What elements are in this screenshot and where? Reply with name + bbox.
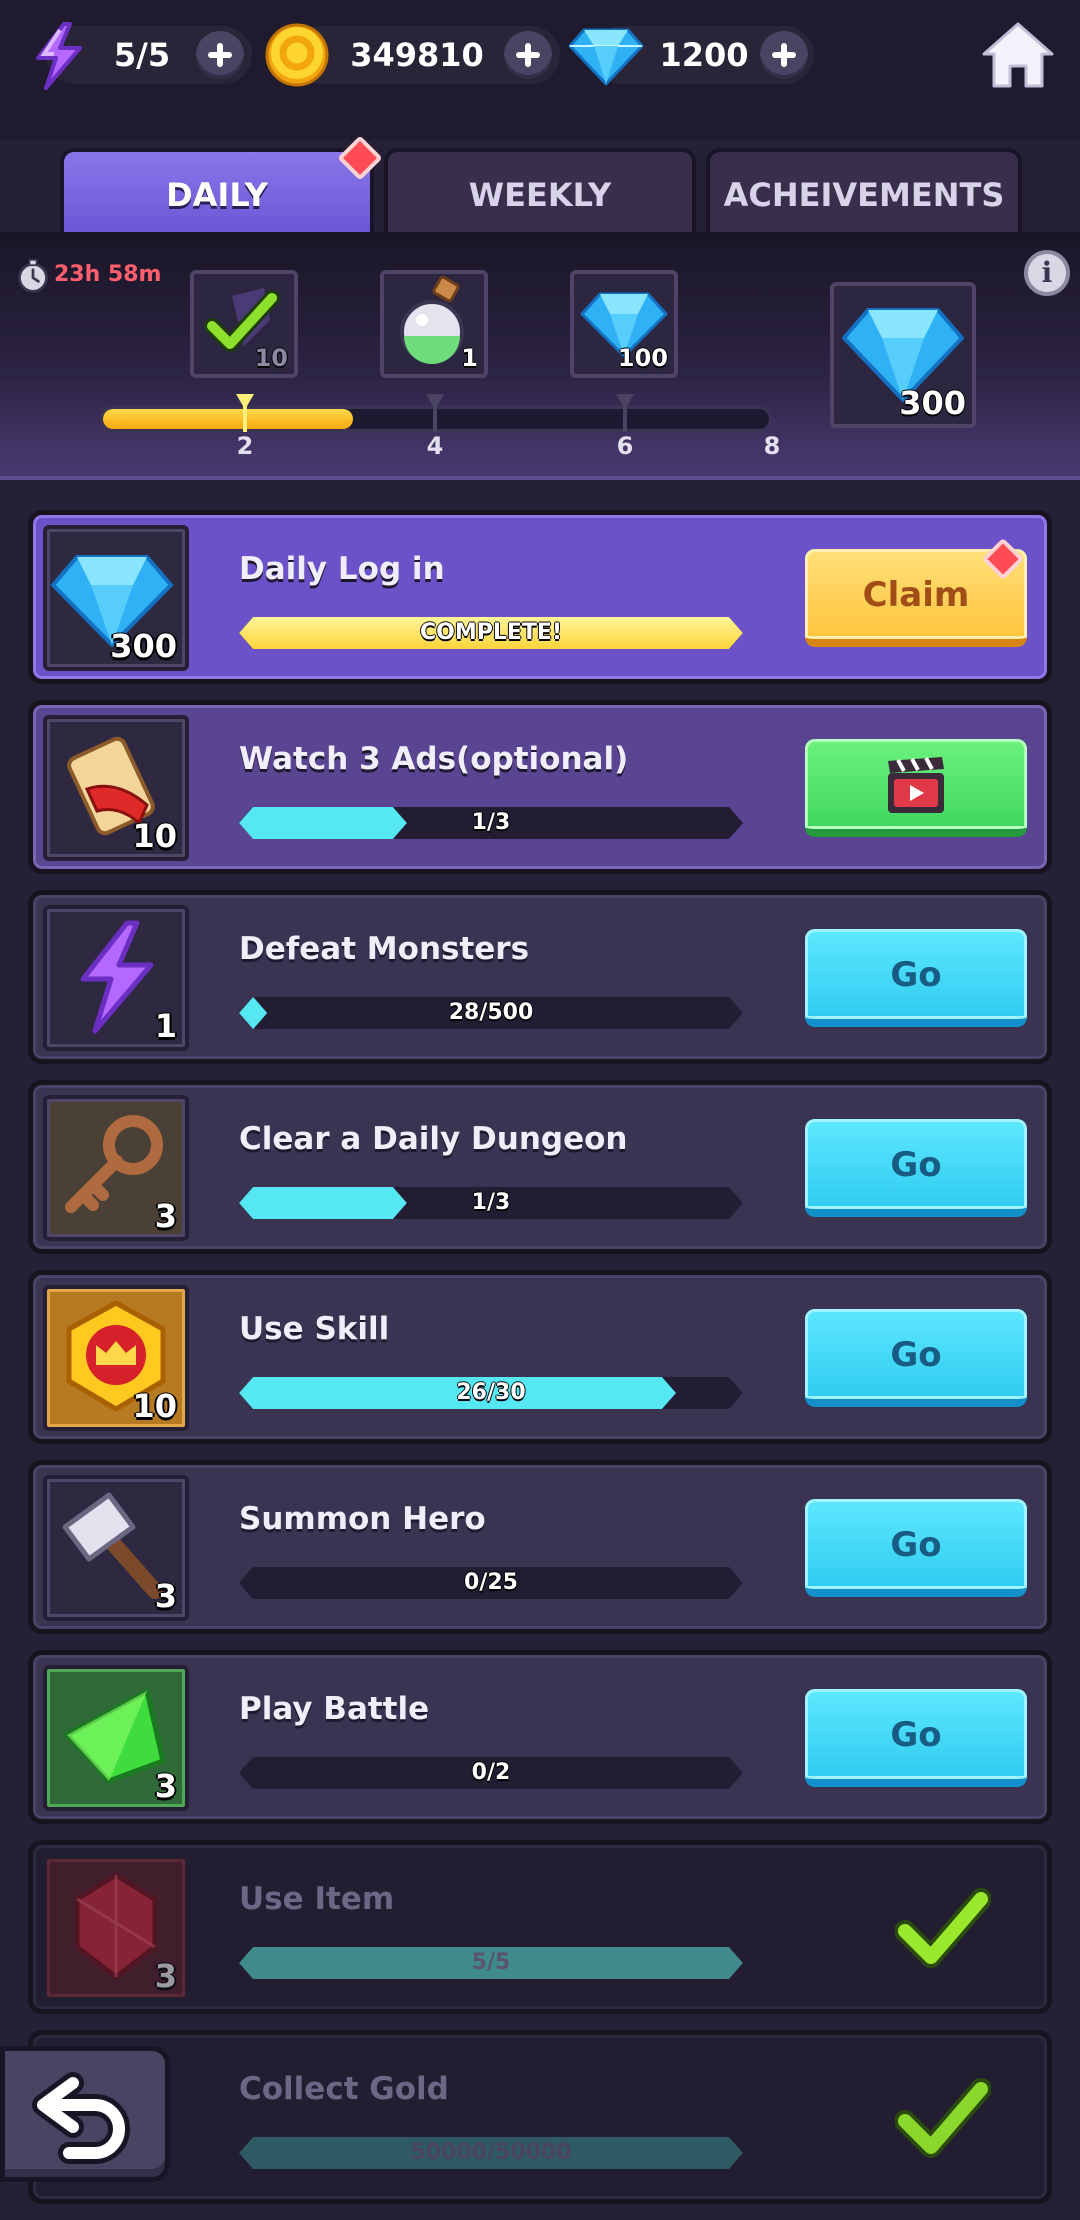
milestone-reward-count: 10 [254,344,288,372]
quest-title: Defeat Monsters [239,931,530,967]
quest-title: Play Battle [239,1691,430,1727]
quest-progress-bar: 28/500 [239,997,743,1029]
stopwatch-icon [18,258,48,293]
add-gold-button[interactable] [504,31,552,79]
lightning-icon [36,22,82,90]
resource-bar: 5/5 349810 1200 [0,0,1080,140]
quest-title: Use Skill [239,1311,390,1347]
quest-row: 1 Defeat Monsters 28/500 Go [28,890,1052,1064]
add-gems-button[interactable] [760,31,808,79]
quest-progress-text: COMPLETE! [420,620,562,645]
quest-progress-text: 5/5 [471,1950,511,1975]
home-icon[interactable] [980,20,1056,90]
milestone-reward-8[interactable]: 300 [830,282,976,428]
milestone-label: 6 [616,432,634,460]
quest-row: 3 Use Item 5/5 [28,1840,1052,2014]
reward-count: 10 [132,1387,177,1425]
milestone-reward-6[interactable]: 100 [570,270,678,378]
quest-progress-bar: 0/25 [239,1567,743,1599]
milestone-reward-4[interactable]: 1 [380,270,488,378]
milestone-label: 2 [236,432,254,460]
quest-row: 10 Use Skill 26/30 Go [28,1270,1052,1444]
quest-title: Summon Hero [239,1501,486,1537]
quest-row: 3 Clear a Daily Dungeon 1/3 Go [28,1080,1052,1254]
gold-value: 349810 [350,36,484,74]
quest-title: Collect Gold [239,2071,449,2107]
quest-progress-bar: 0/2 [239,1757,743,1789]
reward-count: 3 [154,1767,177,1805]
reset-timer: 23h 58m [54,262,162,287]
quest-progress-text: 50000/50000 [410,2140,572,2165]
back-button[interactable] [0,2046,170,2182]
quest-progress-bar: COMPLETE! [239,617,743,649]
milestone-label: 4 [426,432,444,460]
milestone-marker [616,394,634,432]
quest-progress-bar: 50000/50000 [239,2137,743,2169]
gold-coin-icon [265,23,329,87]
gems-value: 1200 [659,36,749,74]
quest-reward: 10 [43,1285,189,1431]
milestone-reward-count: 300 [899,384,966,422]
quest-row: 300 Daily Log in COMPLETE! Claim [28,510,1052,684]
gem-icon [568,28,644,86]
quest-progress-bar: 5/5 [239,1947,743,1979]
quest-row: 3 Summon Hero 0/25 Go [28,1460,1052,1634]
go-button[interactable]: Go [805,1689,1027,1787]
quest-reward: 300 [43,525,189,671]
quest-row: Collect Gold 50000/50000 [28,2030,1052,2204]
reward-count: 10 [132,817,177,855]
quest-reward: 3 [43,1665,189,1811]
quest-title: Watch 3 Ads(optional) [239,741,629,777]
checkmark-icon [895,2078,991,2158]
tab-weekly[interactable]: WEEKLY [384,148,696,236]
quest-progress-text: 0/25 [464,1570,518,1595]
milestone-label: 8 [763,432,781,460]
milestone-reward-2[interactable]: 10 [190,270,298,378]
quest-title: Clear a Daily Dungeon [239,1121,628,1157]
video-icon [888,757,944,813]
quest-reward: 10 [43,715,189,861]
go-button[interactable]: Go [805,1499,1027,1597]
tab-daily[interactable]: DAILY [60,148,374,236]
reward-count: 1 [154,1007,177,1045]
energy-value: 5/5 [113,36,171,74]
quest-progress-text: 0/2 [471,1760,511,1785]
watch-ad-button[interactable] [805,739,1027,837]
milestone-marker [236,394,254,432]
tab-divider [0,232,1080,240]
milestone-reward-count: 1 [461,344,478,372]
milestone-marker [426,394,444,432]
quest-row: 3 Play Battle 0/2 Go [28,1650,1052,1824]
reward-count: 300 [110,627,177,665]
reward-count: 3 [154,1197,177,1235]
milestone-progress-fill [103,409,353,429]
quest-title: Daily Log in [239,551,445,587]
quest-progress-text: 28/500 [448,1000,534,1025]
quest-progress-text: 1/3 [471,810,511,835]
reward-count: 3 [154,1957,177,1995]
quest-progress-bar: 1/3 [239,807,743,839]
quest-progress-bar: 1/3 [239,1187,743,1219]
reward-count: 3 [154,1577,177,1615]
quest-reward: 3 [43,1095,189,1241]
go-button[interactable]: Go [805,929,1027,1027]
add-energy-button[interactable] [196,31,244,79]
quest-row: 10 Watch 3 Ads(optional) 1/3 [28,700,1052,874]
quest-reward: 3 [43,1855,189,2001]
quest-progress-text: 1/3 [471,1190,511,1215]
checkmark-icon [895,1888,991,1968]
quest-progress-bar: 26/30 [239,1377,743,1409]
back-arrow-icon [32,2072,130,2164]
quest-progress-text: 26/30 [456,1380,526,1405]
go-button[interactable]: Go [805,1119,1027,1217]
quest-title: Use Item [239,1881,395,1917]
milestone-reward-count: 100 [617,344,668,372]
quest-reward: 1 [43,905,189,1051]
go-button[interactable]: Go [805,1309,1027,1407]
quest-reward: 3 [43,1475,189,1621]
tab-achievements[interactable]: ACHEIVEMENTS [706,148,1022,236]
info-button[interactable]: i [1024,250,1070,296]
